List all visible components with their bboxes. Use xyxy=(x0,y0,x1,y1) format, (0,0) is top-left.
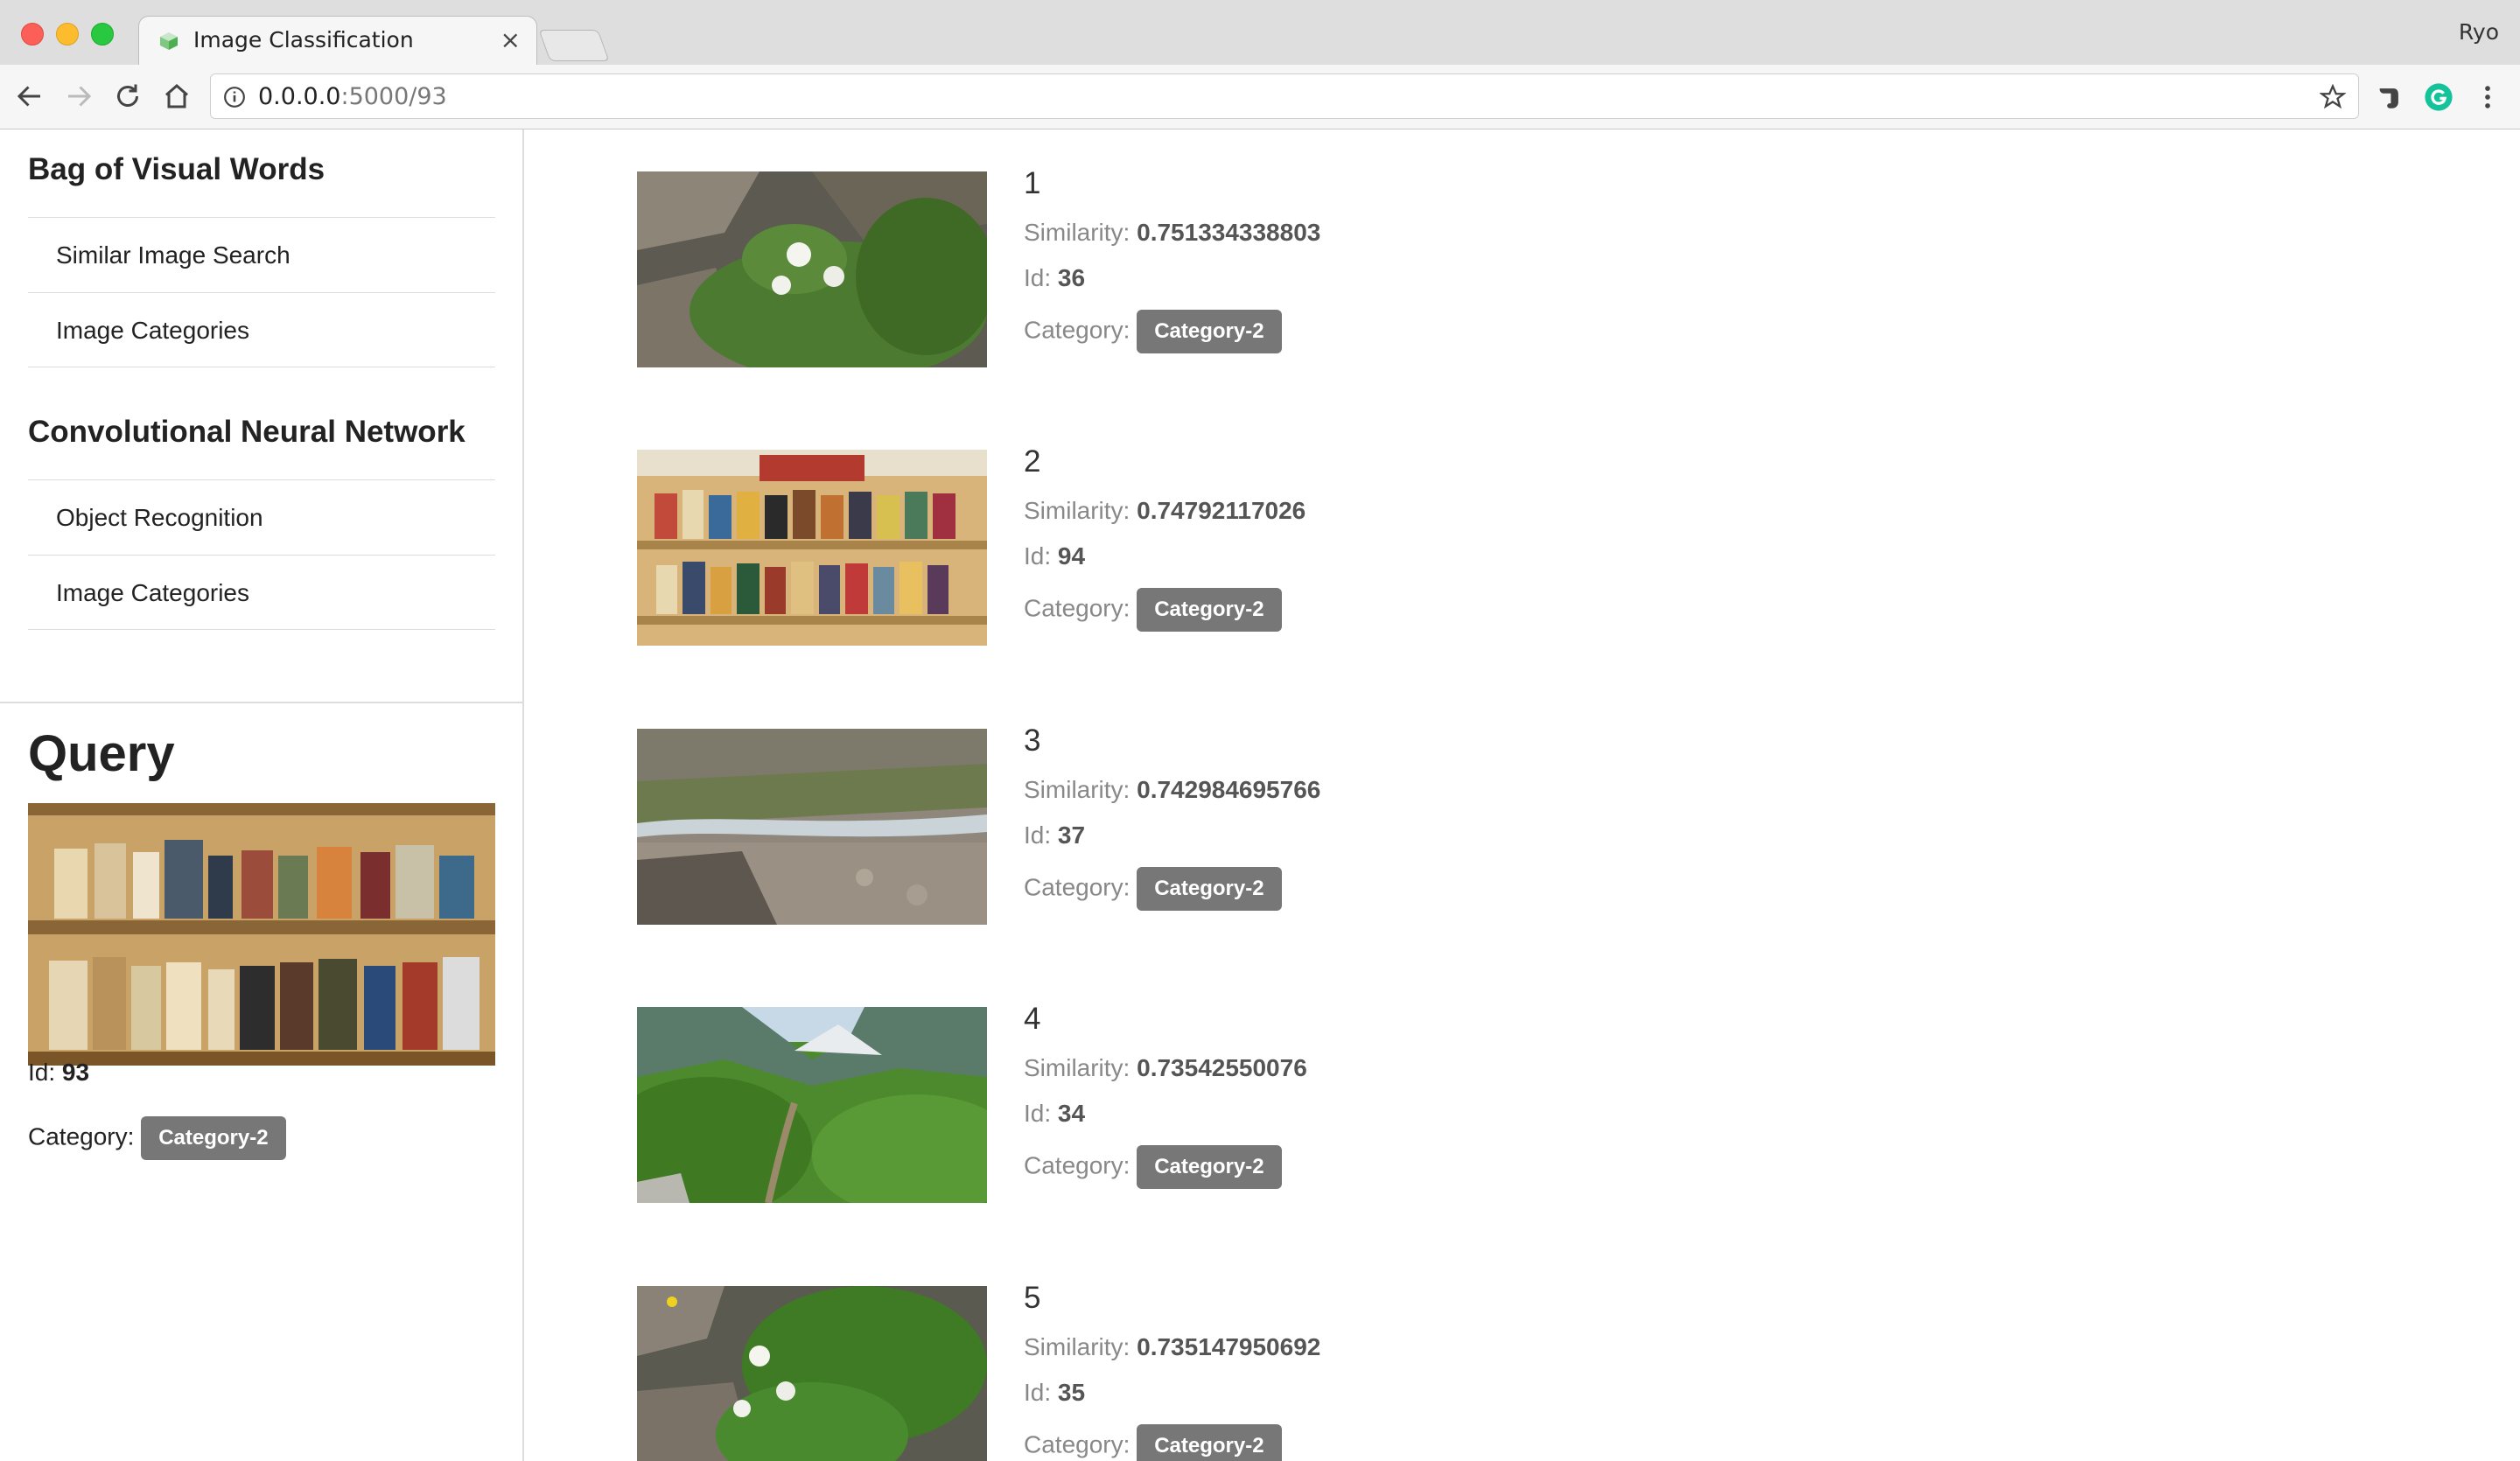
tab-close-icon[interactable]: × xyxy=(500,25,521,54)
result-id: Id: 94 xyxy=(1024,542,1086,570)
bovw-menu: Similar Image Search Image Categories xyxy=(28,217,495,367)
result-item: 3 Similarity: 0.742984695766 Id: 37 Cate… xyxy=(637,687,2387,925)
result-id: Id: 36 xyxy=(1024,264,1086,291)
result-thumbnail[interactable] xyxy=(637,729,987,925)
minimize-window-button[interactable] xyxy=(56,23,79,45)
menu-similar-image-search[interactable]: Similar Image Search xyxy=(28,217,495,292)
result-similarity: Similarity: 0.74792117026 xyxy=(1024,497,1306,524)
result-rank: 5 xyxy=(1024,1281,1041,1315)
maximize-window-button[interactable] xyxy=(91,23,114,45)
results-list: 1 Similarity: 0.751334338803 Id: 36 Cate… xyxy=(525,129,2520,1461)
result-item: 4 Similarity: 0.73542550076 Id: 34 Categ… xyxy=(637,965,2387,1203)
cube-icon xyxy=(160,32,178,50)
query-category: Category: Category-2 xyxy=(28,1116,286,1160)
query-title: Query xyxy=(28,725,175,782)
sidebar: Bag of Visual Words Similar Image Search… xyxy=(0,129,524,1461)
category-badge: Category-2 xyxy=(1137,310,1282,353)
result-rank: 3 xyxy=(1024,724,1041,758)
result-rank: 1 xyxy=(1024,166,1041,200)
tab-title: Image Classification xyxy=(193,27,414,52)
category-badge: Category-2 xyxy=(141,1116,286,1160)
category-badge: Category-2 xyxy=(1137,1424,1282,1461)
result-category: Category: Category-2 xyxy=(1024,588,1282,632)
close-window-button[interactable] xyxy=(21,23,44,45)
result-item: 5 Similarity: 0.735147950692 Id: 35 Cate… xyxy=(637,1244,2387,1461)
menu-kebab-icon[interactable] xyxy=(2473,82,2502,112)
home-icon[interactable] xyxy=(161,80,192,112)
profile-name[interactable]: Ryo xyxy=(2459,19,2499,45)
category-badge: Category-2 xyxy=(1137,1145,1282,1189)
query-id: Id: 93 xyxy=(28,1059,90,1086)
result-thumbnail[interactable] xyxy=(637,171,987,367)
forward-arrow-icon[interactable] xyxy=(63,80,94,112)
bookmark-star-icon[interactable] xyxy=(2320,84,2346,110)
result-category: Category: Category-2 xyxy=(1024,310,1282,353)
result-id: Id: 37 xyxy=(1024,821,1086,849)
reload-icon[interactable] xyxy=(112,80,144,112)
query-image xyxy=(28,803,495,1066)
evernote-icon[interactable] xyxy=(2375,82,2404,112)
result-rank: 2 xyxy=(1024,444,1041,479)
address-bar[interactable]: 0.0.0.0:5000/93 xyxy=(210,73,2359,119)
cnn-menu: Object Recognition Image Categories xyxy=(28,479,495,630)
result-id: Id: 35 xyxy=(1024,1379,1086,1406)
result-item: 2 Similarity: 0.74792117026 Id: 94 Categ… xyxy=(637,408,2387,646)
result-category: Category: Category-2 xyxy=(1024,1145,1282,1189)
divider xyxy=(0,702,522,703)
result-similarity: Similarity: 0.735147950692 xyxy=(1024,1333,1321,1360)
new-tab-button[interactable] xyxy=(538,30,610,61)
result-rank: 4 xyxy=(1024,1002,1041,1036)
result-item: 1 Similarity: 0.751334338803 Id: 36 Cate… xyxy=(637,129,2387,367)
result-thumbnail[interactable] xyxy=(637,1007,987,1203)
result-category: Category: Category-2 xyxy=(1024,867,1282,911)
result-id: Id: 34 xyxy=(1024,1100,1086,1127)
menu-cnn-image-categories[interactable]: Image Categories xyxy=(28,555,495,630)
browser-tab[interactable]: Image Classification × xyxy=(138,16,537,65)
result-thumbnail[interactable] xyxy=(637,450,987,646)
result-thumbnail[interactable] xyxy=(637,1286,987,1461)
result-category: Category: Category-2 xyxy=(1024,1424,1282,1461)
url-text[interactable]: 0.0.0.0:5000/93 xyxy=(258,83,447,110)
grammarly-icon[interactable] xyxy=(2424,82,2454,112)
back-arrow-icon[interactable] xyxy=(14,80,46,112)
result-similarity: Similarity: 0.73542550076 xyxy=(1024,1054,1307,1081)
menu-bovw-image-categories[interactable]: Image Categories xyxy=(28,292,495,367)
category-badge: Category-2 xyxy=(1137,867,1282,911)
bovw-section-title: Bag of Visual Words xyxy=(28,152,326,186)
result-similarity: Similarity: 0.742984695766 xyxy=(1024,776,1321,803)
info-icon[interactable] xyxy=(223,86,246,108)
result-similarity: Similarity: 0.751334338803 xyxy=(1024,219,1321,246)
category-badge: Category-2 xyxy=(1137,588,1282,632)
menu-object-recognition[interactable]: Object Recognition xyxy=(28,479,495,555)
browser-titlebar: Image Classification × Ryo xyxy=(0,0,2520,65)
cnn-section-title: Convolutional Neural Network xyxy=(28,415,466,449)
browser-toolbar: 0.0.0.0:5000/93 xyxy=(0,65,2520,129)
